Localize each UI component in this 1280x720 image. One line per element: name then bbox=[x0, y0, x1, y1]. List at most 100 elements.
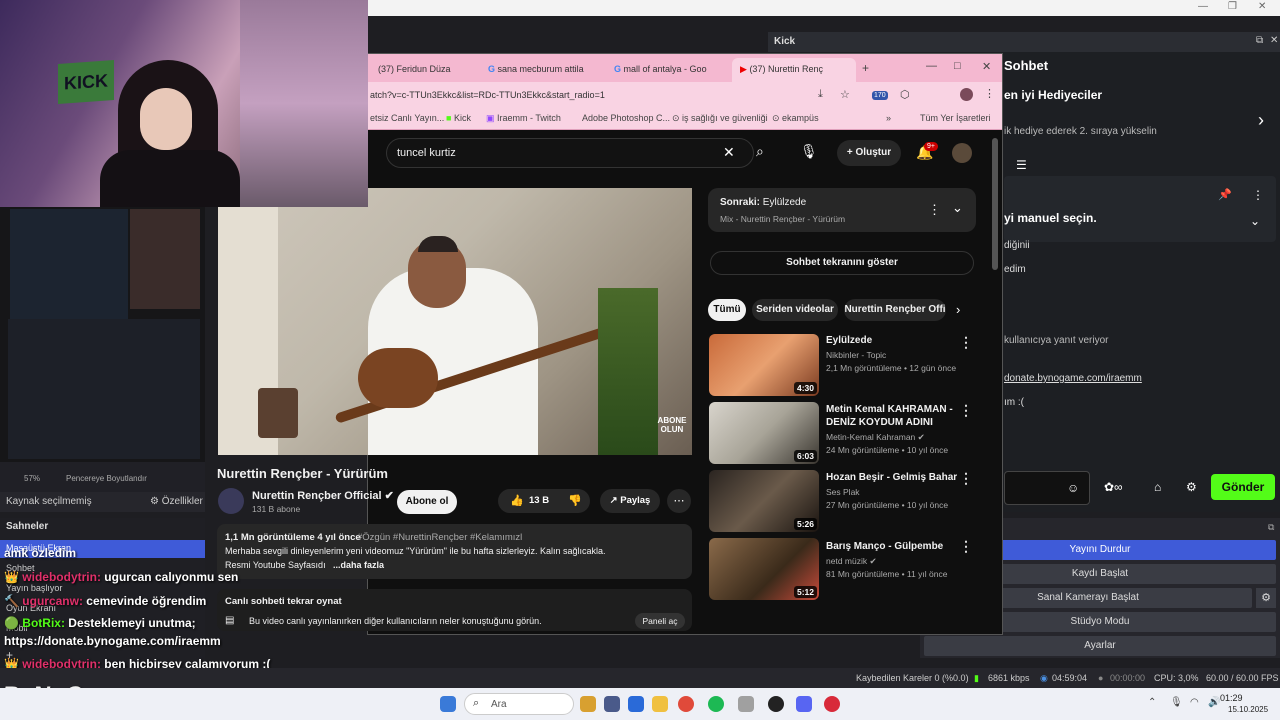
mic-icon[interactable]: 🎙 bbox=[1170, 697, 1183, 708]
emoji-icon[interactable]: ☺ bbox=[1067, 481, 1079, 495]
more-bookmarks-icon[interactable]: » bbox=[886, 113, 891, 123]
close-dock-icon[interactable]: ✕ bbox=[1270, 35, 1278, 46]
chevron-down-icon[interactable]: ⌄ bbox=[952, 200, 963, 216]
video-thumbnail[interactable]: 5:12 bbox=[709, 538, 819, 600]
discord-icon[interactable] bbox=[796, 696, 812, 712]
search-icon[interactable]: ⌕ bbox=[756, 143, 764, 160]
more-icon[interactable]: ⋮ bbox=[959, 402, 973, 419]
search-box[interactable]: tuncel kurtiz ✕ bbox=[386, 138, 754, 168]
spotify-icon[interactable] bbox=[708, 696, 724, 712]
chrome-icon[interactable] bbox=[678, 696, 694, 712]
recommendation-channel[interactable]: Ses Plak bbox=[826, 487, 860, 497]
start-icon[interactable] bbox=[440, 696, 456, 712]
star-icon[interactable]: ☆ bbox=[840, 88, 850, 101]
obs-icon[interactable] bbox=[768, 696, 784, 712]
share-button[interactable]: ↗ Paylaş bbox=[600, 489, 660, 513]
clock-date[interactable]: 15.10.2025 bbox=[1228, 705, 1268, 714]
float-icon[interactable]: ⧉ bbox=[1256, 35, 1263, 46]
video-player[interactable]: ABONE OLUN bbox=[218, 188, 692, 455]
tab-4-active[interactable]: ▶ (37) Nurettin Renç bbox=[732, 58, 856, 82]
taskbar-search[interactable]: ⌕ Ara bbox=[464, 693, 574, 715]
recommendation-title[interactable]: Eylülzede bbox=[826, 334, 966, 347]
chip-all[interactable]: Tümü bbox=[708, 299, 746, 321]
new-tab-icon[interactable]: + bbox=[862, 61, 869, 75]
channel-name[interactable]: Nurettin Rençber Official ✔ bbox=[252, 489, 394, 502]
tab-2[interactable]: G sana mecburum attila bbox=[480, 58, 604, 82]
avatar[interactable] bbox=[952, 143, 972, 163]
chip-channel[interactable]: Nurettin Rençber Offi bbox=[844, 299, 946, 321]
minimize-icon[interactable]: — bbox=[926, 60, 937, 72]
dislike-icon[interactable]: 👎 bbox=[568, 494, 582, 507]
extension-badge[interactable]: 170 bbox=[872, 91, 888, 100]
open-panel-button[interactable]: Paneli aç bbox=[635, 613, 685, 629]
mic-icon[interactable]: 🎙 bbox=[800, 143, 818, 160]
send-button[interactable]: Gönder bbox=[1211, 474, 1275, 500]
volume-icon[interactable]: 🔊 bbox=[1208, 697, 1220, 708]
app-icon[interactable] bbox=[738, 696, 754, 712]
recommendation-item[interactable]: 4:30 Eylülzede Nikbinler - Topic 2,1 Mn … bbox=[709, 334, 977, 398]
chevron-down-icon[interactable]: ⌄ bbox=[1250, 214, 1260, 228]
tab-3[interactable]: G mall of antalya - Goo bbox=[606, 58, 730, 82]
create-button[interactable]: + Oluştur bbox=[837, 140, 901, 166]
restore-icon[interactable]: ❐ bbox=[1228, 1, 1237, 12]
channel-avatar[interactable] bbox=[218, 488, 244, 514]
properties-button[interactable]: ⚙ Özellikler bbox=[150, 496, 203, 507]
all-bookmarks[interactable]: Tüm Yer İşaretleri bbox=[920, 113, 991, 123]
app-icon[interactable] bbox=[604, 696, 620, 712]
float-icon[interactable]: ⧉ bbox=[1268, 522, 1274, 533]
bookmark[interactable]: etsiz Canlı Yayın... bbox=[370, 113, 444, 123]
recommendation-title[interactable]: Metin Kemal KAHRAMAN - DENİZ KOYDUM ADIN… bbox=[826, 403, 966, 429]
close-icon[interactable]: ✕ bbox=[982, 60, 991, 73]
clock-time[interactable]: 01:29 bbox=[1220, 693, 1243, 703]
video-thumbnail[interactable]: 4:30 bbox=[709, 334, 819, 396]
store-icon[interactable]: ⌂ bbox=[1154, 480, 1161, 494]
bookmark[interactable]: ■ Kick bbox=[446, 113, 471, 123]
recommendation-item[interactable]: 5:26 Hozan Beşir - Gelmiş Bahar Ses Plak… bbox=[709, 470, 977, 534]
search-input[interactable]: tuncel kurtiz bbox=[397, 147, 456, 159]
recommendation-title[interactable]: Hozan Beşir - Gelmiş Bahar bbox=[826, 471, 966, 484]
subscribe-button[interactable]: Abone ol bbox=[397, 490, 457, 514]
show-chat-button[interactable]: Sohbet tekranını göster bbox=[710, 251, 974, 275]
emote-icon[interactable]: ✿∞ bbox=[1104, 480, 1123, 494]
more-actions-icon[interactable]: ⋯ bbox=[667, 489, 691, 513]
video-thumbnail[interactable]: 5:26 bbox=[709, 470, 819, 532]
address-bar[interactable]: atch?v=c-TTUn3Ekkc&list=RDc-TTUn3Ekkc&st… bbox=[368, 82, 1002, 108]
more-icon[interactable]: ⋮ bbox=[959, 470, 973, 487]
description-box[interactable]: 1,1 Mn görüntüleme 4 yıl önce #Özgün #Nu… bbox=[217, 524, 692, 579]
up-next-panel[interactable]: Sonraki: Eylülzede Mix - Nurettin Rençbe… bbox=[708, 188, 976, 232]
recommendation-channel[interactable]: Metin-Kemal Kahraman ✔ bbox=[826, 432, 925, 443]
edge-icon[interactable] bbox=[628, 696, 644, 712]
chevron-right-icon[interactable]: › bbox=[956, 302, 960, 317]
bookmark[interactable]: ⊙ iş sağlığı ve güvenliği bbox=[672, 113, 768, 124]
tab-1[interactable]: (37) Feridun Düza bbox=[370, 58, 478, 82]
settings-button[interactable]: Ayarlar bbox=[924, 636, 1276, 656]
profile-avatar[interactable] bbox=[960, 88, 973, 101]
scene-item-starting[interactable]: Yayın başlıyor bbox=[6, 583, 62, 593]
pin-icon[interactable]: 📌 bbox=[1218, 188, 1232, 201]
chip-series[interactable]: Seriden videolar bbox=[752, 299, 838, 321]
filter-icon[interactable]: ☰ bbox=[1016, 158, 1027, 172]
app-icon[interactable] bbox=[824, 696, 840, 712]
like-icon[interactable]: 👍 bbox=[510, 494, 524, 507]
more-icon[interactable]: ⋮ bbox=[959, 334, 973, 351]
scrollbar[interactable] bbox=[992, 138, 998, 270]
recommendation-item[interactable]: 6:03 Metin Kemal KAHRAMAN - DENİZ KOYDUM… bbox=[709, 402, 977, 466]
recommendation-channel[interactable]: Nikbinler - Topic bbox=[826, 350, 886, 360]
app-icon[interactable] bbox=[580, 696, 596, 712]
url-text[interactable]: atch?v=c-TTUn3Ekkc&list=RDc-TTUn3Ekkc&st… bbox=[370, 90, 605, 100]
vcam-settings-icon[interactable]: ⚙ bbox=[1256, 588, 1276, 608]
chat-input[interactable]: ☺ bbox=[1004, 471, 1090, 505]
maximize-icon[interactable]: □ bbox=[954, 60, 961, 72]
chevron-right-icon[interactable]: › bbox=[1258, 110, 1264, 131]
fit-window-button[interactable]: Pencereye Boyutlandır bbox=[66, 474, 147, 483]
more-icon[interactable]: ⋮ bbox=[928, 202, 941, 218]
close-icon[interactable]: ✕ bbox=[1258, 1, 1266, 12]
recommendation-item[interactable]: 5:12 Barış Manço - Gülpembe netd müzik ✔… bbox=[709, 538, 977, 602]
menu-icon[interactable]: ⋮ bbox=[984, 87, 995, 100]
extensions-icon[interactable]: ⬡ bbox=[900, 88, 910, 101]
show-more-link[interactable]: ...daha fazla bbox=[333, 560, 384, 570]
video-thumbnail[interactable]: 6:03 bbox=[709, 402, 819, 464]
more-icon[interactable]: ⋮ bbox=[959, 538, 973, 555]
subscribe-watermark[interactable]: ABONE OLUN bbox=[656, 416, 688, 434]
hashtags[interactable]: #Özgün #NurettinRençber #Kelamımızl bbox=[357, 532, 522, 543]
